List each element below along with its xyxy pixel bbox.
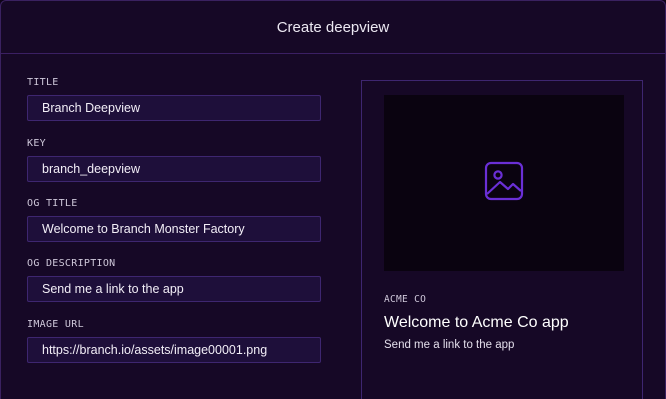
og-description-field-group: OG DESCRIPTION Send me a link to the app: [27, 257, 321, 302]
og-description-input[interactable]: Send me a link to the app: [27, 276, 321, 302]
image-url-field-group: IMAGE URL https://branch.io/assets/image…: [27, 318, 321, 363]
title-label: TITLE: [27, 77, 59, 88]
create-deepview-modal: Create deepview TITLE Branch Deepview KE…: [0, 0, 666, 399]
preview-image: [384, 95, 624, 271]
title-field-group: TITLE Branch Deepview: [27, 76, 321, 121]
key-field-group: KEY branch_deepview: [27, 137, 321, 182]
og-description-label: OG DESCRIPTION: [27, 258, 116, 269]
og-title-input[interactable]: Welcome to Branch Monster Factory: [27, 216, 321, 242]
image-url-input[interactable]: https://branch.io/assets/image00001.png: [27, 337, 321, 363]
modal-header: Create deepview: [1, 1, 665, 54]
key-label: KEY: [27, 138, 46, 149]
key-input[interactable]: branch_deepview: [27, 156, 321, 182]
og-title-field-group: OG TITLE Welcome to Branch Monster Facto…: [27, 197, 321, 242]
og-title-label: OG TITLE: [27, 198, 78, 209]
preview-site-name: ACME CO: [384, 294, 427, 305]
image-url-label: IMAGE URL: [27, 319, 84, 330]
preview-description: Send me a link to the app: [384, 339, 515, 351]
modal-title: Create deepview: [276, 18, 390, 36]
title-input[interactable]: Branch Deepview: [27, 95, 321, 121]
deepview-preview-card: ACME CO Welcome to Acme Co app Send me a…: [361, 80, 643, 399]
preview-title: Welcome to Acme Co app: [384, 314, 569, 331]
image-placeholder-icon: [484, 161, 524, 206]
